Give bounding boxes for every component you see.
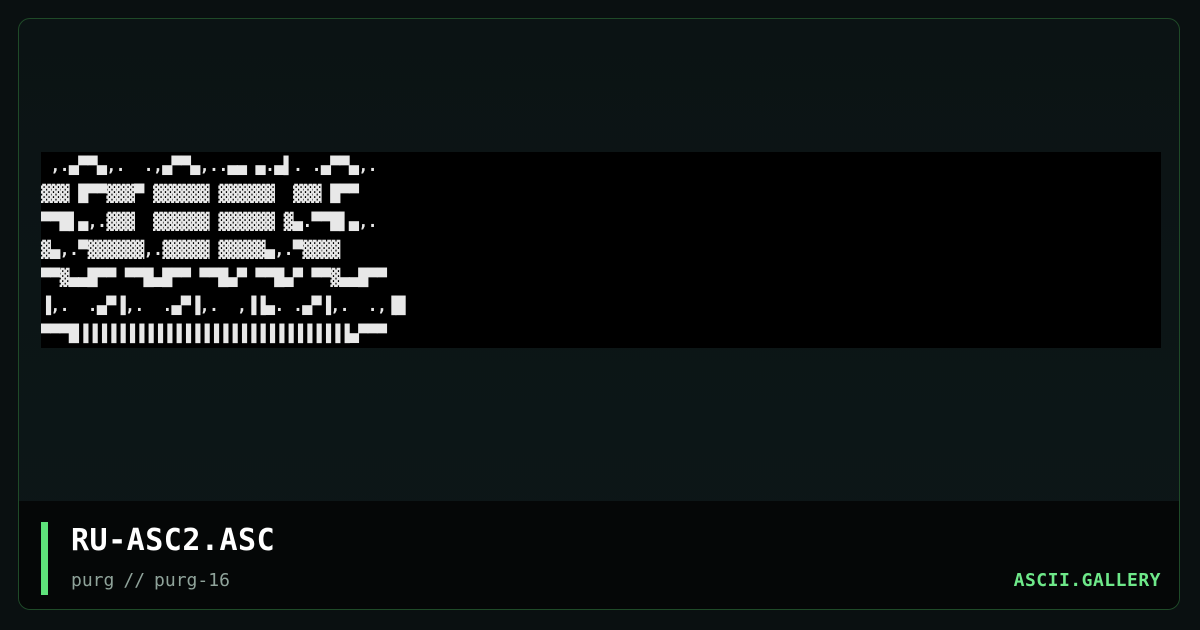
artist-name[interactable]: purg [71, 570, 114, 591]
credit-separator: // [123, 570, 146, 591]
ascii-art-panel: ,.▄▀▀▄,. .,▄▀▀▄,..▄▄ ▄.▄▌. .▄▀▀▄,. ▓▓▓ █… [41, 152, 1161, 348]
card-frame: ,.▄▀▀▄,. .,▄▀▀▄,..▄▄ ▄.▄▌. .▄▀▀▄,. ▓▓▓ █… [18, 18, 1180, 610]
credit-line: purg // purg-16 [71, 570, 230, 591]
ascii-art-text: ,.▄▀▀▄,. .,▄▀▀▄,..▄▄ ▄.▄▌. .▄▀▀▄,. ▓▓▓ █… [41, 156, 406, 343]
file-title: RU-ASC2.ASC [71, 523, 276, 558]
footer: RU-ASC2.ASC purg // purg-16 ASCII.GALLERY [19, 501, 1179, 609]
site-link[interactable]: ASCII.GALLERY [1014, 570, 1161, 591]
pack-name[interactable]: purg-16 [154, 570, 230, 591]
accent-bar [41, 522, 48, 595]
